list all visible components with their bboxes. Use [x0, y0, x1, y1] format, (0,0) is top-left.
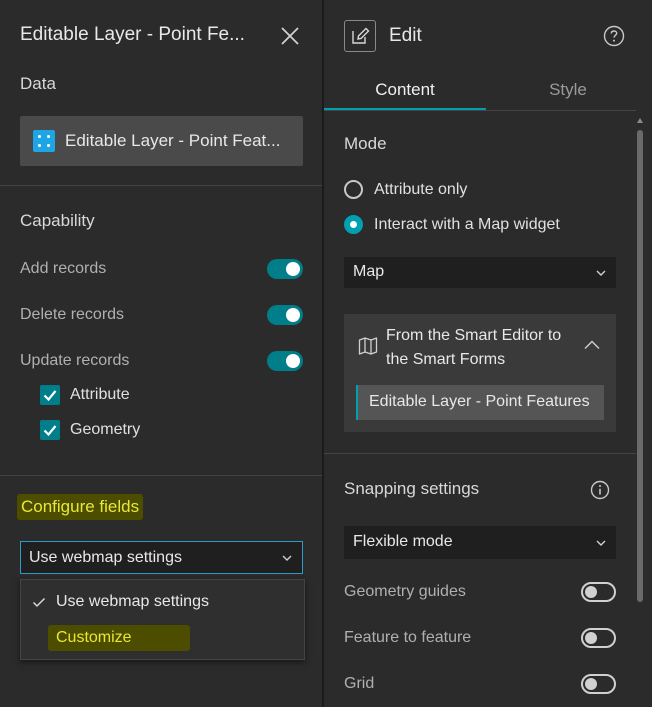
configure-fields-select[interactable]: Use webmap settings — [20, 541, 303, 574]
configure-fields-dropdown: Use webmap settings Customize — [20, 579, 305, 660]
select-value: Map — [353, 263, 385, 280]
data-source-name: Editable Layer - Point Feat... — [65, 131, 281, 150]
grid-toggle[interactable] — [581, 674, 616, 694]
checkbox-checked-icon — [40, 420, 60, 440]
divider — [324, 453, 636, 454]
tab-content[interactable]: Content — [324, 80, 486, 110]
delete-records-toggle[interactable] — [267, 305, 303, 325]
data-section-label: Data — [20, 74, 56, 93]
help-icon[interactable] — [603, 25, 625, 47]
select-value: Flexible mode — [353, 533, 453, 550]
mode-label: Mode — [344, 134, 387, 153]
select-value: Use webmap settings — [29, 549, 182, 566]
feature-to-feature-label: Feature to feature — [344, 629, 472, 646]
update-records-row: Update records — [20, 351, 303, 371]
close-icon[interactable] — [278, 24, 302, 48]
chevron-down-icon — [596, 270, 606, 276]
grid-label: Grid — [344, 675, 375, 692]
layer-list-item-label: Editable Layer - Point Features — [369, 393, 590, 410]
radio-attribute-only[interactable]: Attribute only — [344, 180, 604, 200]
info-icon[interactable] — [590, 480, 610, 500]
capability-section-label: Capability — [20, 211, 95, 230]
chevron-up-icon[interactable] — [584, 340, 600, 350]
radio-label: Attribute only — [374, 181, 468, 198]
chevron-down-icon — [282, 555, 292, 561]
delete-records-row: Delete records — [20, 305, 303, 325]
data-source-selector[interactable]: Editable Layer - Point Feat... — [20, 116, 303, 166]
dropdown-option-customize[interactable]: Customize — [56, 629, 132, 647]
geometry-label: Geometry — [70, 421, 141, 438]
update-records-toggle[interactable] — [267, 351, 303, 371]
check-icon — [32, 597, 46, 608]
radio-interact-map[interactable]: Interact with a Map widget — [344, 215, 604, 235]
radio-label: Interact with a Map widget — [374, 216, 560, 233]
feature-to-feature-toggle[interactable] — [581, 628, 616, 648]
attribute-checkbox[interactable]: Attribute — [40, 385, 240, 405]
scroll-thumb[interactable] — [637, 130, 643, 602]
configure-fields-label: Configure fields — [17, 494, 144, 520]
tabs-divider — [324, 110, 636, 111]
add-records-label: Add records — [20, 260, 107, 277]
divider — [0, 475, 322, 476]
delete-records-label: Delete records — [20, 306, 125, 323]
point-layer-icon — [33, 130, 55, 152]
scroll-up-arrow-icon[interactable] — [637, 118, 643, 123]
divider — [0, 185, 322, 186]
radio-unchecked-icon — [344, 180, 363, 199]
tab-style[interactable]: Style — [486, 80, 650, 110]
add-records-row: Add records — [20, 259, 303, 279]
left-panel-header: Editable Layer - Point Fe... — [20, 24, 302, 48]
chevron-down-icon — [596, 540, 606, 546]
snapping-settings-label: Snapping settings — [344, 479, 480, 498]
dropdown-option-label: Use webmap settings — [56, 593, 209, 610]
dropdown-option-webmap[interactable]: Use webmap settings — [21, 587, 304, 617]
edit-widget-icon — [344, 20, 376, 52]
geometry-guides-row: Geometry guides — [344, 582, 616, 602]
scrollbar[interactable] — [637, 112, 643, 707]
map-card-title: From the Smart Editor to the Smart Forms — [386, 327, 562, 368]
radio-checked-icon — [344, 215, 363, 234]
widget-title: Edit — [389, 25, 422, 46]
add-records-toggle[interactable] — [267, 259, 303, 279]
left-settings-panel: Editable Layer - Point Fe... Data Editab… — [0, 0, 322, 707]
geometry-guides-toggle[interactable] — [581, 582, 616, 602]
feature-to-feature-row: Feature to feature — [344, 628, 616, 648]
geometry-guides-label: Geometry guides — [344, 583, 466, 600]
update-records-label: Update records — [20, 352, 130, 369]
panel-title: Editable Layer - Point Fe... — [20, 24, 245, 45]
map-card: From the Smart Editor to the Smart Forms… — [344, 314, 616, 432]
geometry-checkbox[interactable]: Geometry — [40, 420, 240, 440]
map-icon — [358, 337, 378, 355]
grid-row: Grid — [344, 674, 616, 694]
checkbox-checked-icon — [40, 385, 60, 405]
snapping-mode-select[interactable]: Flexible mode — [344, 526, 616, 559]
map-select[interactable]: Map — [344, 257, 616, 288]
attribute-label: Attribute — [70, 386, 130, 403]
right-edit-panel: Edit Content Style Mode Attribute only I… — [324, 0, 652, 707]
layer-list-item[interactable]: Editable Layer - Point Features — [356, 385, 604, 420]
